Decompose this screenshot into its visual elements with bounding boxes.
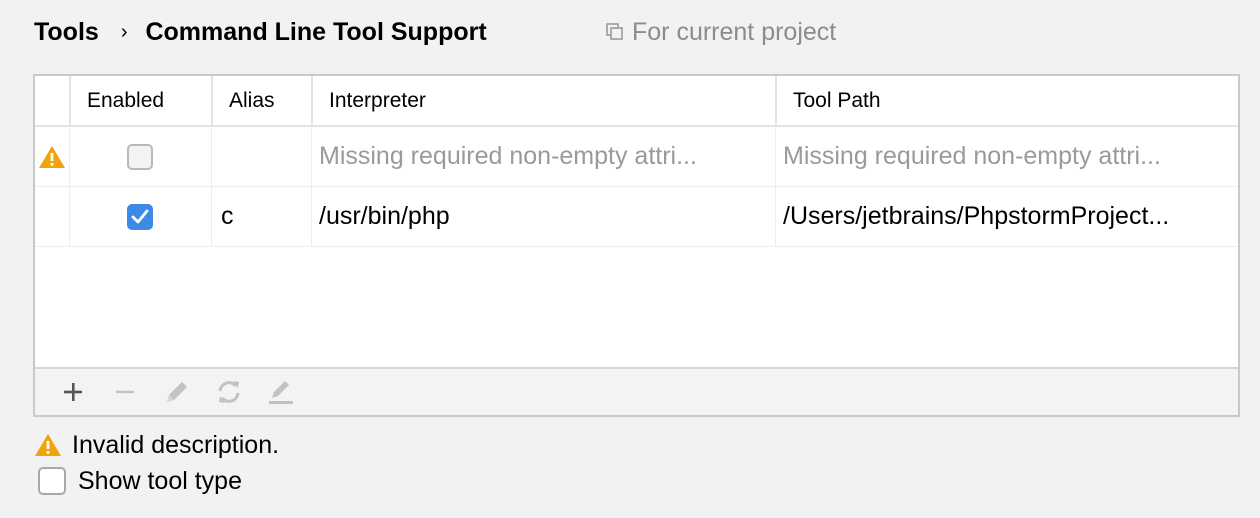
column-header-alias[interactable]: Alias bbox=[211, 76, 311, 125]
scope-indicator: For current project bbox=[606, 14, 836, 50]
interpreter-cell[interactable]: /usr/bin/php bbox=[319, 187, 769, 246]
row-warning-cell bbox=[37, 127, 67, 186]
status-message: Invalid description. bbox=[34, 428, 279, 462]
show-tool-type-checkbox[interactable] bbox=[38, 467, 66, 495]
alias-cell[interactable] bbox=[211, 127, 311, 186]
warning-icon bbox=[35, 434, 61, 456]
status-text: Invalid description. bbox=[72, 430, 280, 459]
table-toolbar bbox=[35, 367, 1238, 415]
enabled-checkbox[interactable] bbox=[127, 203, 153, 230]
page-title: Command Line Tool Support bbox=[145, 17, 487, 46]
remove-button[interactable] bbox=[99, 372, 151, 412]
table-header: Enabled Alias Interpreter Tool Path bbox=[35, 76, 1238, 127]
column-header-interpreter[interactable]: Interpreter bbox=[311, 76, 775, 125]
table-row[interactable]: c /usr/bin/php /Users/jetbrains/Phpstorm… bbox=[35, 187, 1238, 247]
warning-icon bbox=[39, 145, 65, 168]
breadcrumb: Tools › Command Line Tool Support bbox=[34, 14, 487, 50]
edit-icon bbox=[167, 382, 187, 402]
breadcrumb-separator-icon: › bbox=[120, 20, 128, 43]
remove-icon bbox=[116, 390, 134, 394]
tool-path-cell[interactable]: Missing required non-empty attri... bbox=[783, 127, 1233, 186]
add-icon bbox=[64, 383, 82, 401]
breadcrumb-parent[interactable]: Tools bbox=[34, 18, 99, 47]
show-tool-type-option[interactable]: Show tool type bbox=[38, 464, 242, 498]
interpreter-cell[interactable]: Missing required non-empty attri... bbox=[319, 127, 769, 186]
edit-button[interactable] bbox=[151, 372, 203, 412]
column-header-enabled[interactable]: Enabled bbox=[69, 76, 211, 125]
enabled-checkbox[interactable] bbox=[127, 143, 153, 170]
add-button[interactable] bbox=[47, 372, 99, 412]
tool-path-cell[interactable]: /Users/jetbrains/PhpstormProject... bbox=[783, 187, 1235, 246]
enabled-cell bbox=[69, 127, 211, 186]
enabled-cell bbox=[69, 187, 211, 246]
copy-icon bbox=[606, 23, 623, 40]
refresh-button[interactable] bbox=[203, 372, 255, 412]
show-tool-type-label[interactable]: Show tool type bbox=[78, 467, 242, 496]
alias-cell[interactable]: c bbox=[221, 187, 309, 246]
column-header-tool-path[interactable]: Tool Path bbox=[775, 76, 1238, 125]
table-row[interactable]: Missing required non-empty attri... Miss… bbox=[35, 127, 1238, 187]
refresh-icon bbox=[218, 381, 240, 403]
tools-table: Enabled Alias Interpreter Tool Path Miss… bbox=[33, 74, 1240, 417]
checkmark-icon bbox=[131, 209, 149, 223]
scope-label: For current project bbox=[632, 17, 837, 46]
rename-icon bbox=[269, 381, 293, 404]
rename-button[interactable] bbox=[255, 372, 307, 412]
